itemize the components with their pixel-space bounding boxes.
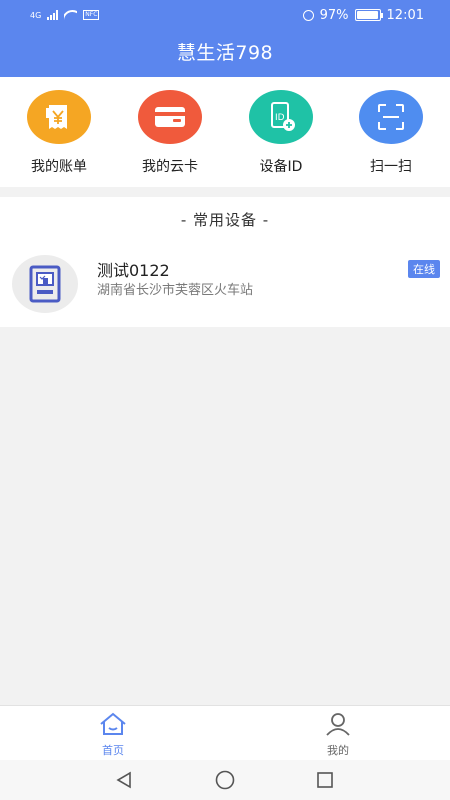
quick-action-label: 我的账单 [31,159,87,175]
alarm-icon [302,9,314,21]
bottom-tab-bar: 首页 我的 [0,705,450,760]
quick-action-label: 设备ID [259,159,303,175]
vending-machine-icon [29,265,61,303]
svg-text:ID: ID [275,113,285,123]
quick-action-device-id[interactable]: ID 设备ID [233,90,329,176]
tab-mine-label: 我的 [327,744,349,757]
nfc-icon: NFC [83,10,100,20]
status-bar: 4G NFC 97% 12:01 [0,0,450,30]
user-icon [326,713,350,736]
recents-icon[interactable] [314,770,336,790]
back-icon[interactable] [113,770,135,790]
status-left: 4G NFC [30,10,100,20]
section-title: - 常用设备 - [180,211,270,229]
scan-icon [359,90,423,144]
tab-mine[interactable]: 我的 [298,712,378,758]
quick-action-cloud-card[interactable]: 我的云卡 [122,90,218,176]
app-header: 4G NFC 97% 12:01 慧生活798 [0,0,450,77]
device-id-icon: ID [249,90,313,144]
status-time: 12:01 [386,7,424,23]
wifi-icon [64,10,78,20]
device-name: 测试0122 [97,261,170,280]
battery-icon [354,9,383,21]
signal-icon [47,10,59,20]
favorite-devices-section: - 常用设备 - 测试0122 湖南省长沙市芙蓉区火车站 在线 [0,197,450,327]
quick-action-bills[interactable]: 我的账单 [11,90,107,176]
quick-action-label: 扫一扫 [370,159,412,175]
network-type: 4G [30,10,42,20]
tab-home-label: 首页 [102,744,124,757]
battery-percent: 97% [319,7,349,23]
credit-card-icon [138,90,202,144]
page-title: 慧生活798 [176,42,274,64]
device-item[interactable]: 测试0122 湖南省长沙市芙蓉区火车站 在线 [0,255,450,317]
device-status-badge: 在线 [408,260,440,278]
quick-actions: 我的账单 我的云卡 ID 设备ID 扫一扫 [0,77,450,187]
home-circle-icon[interactable] [214,770,236,790]
quick-action-label: 我的云卡 [142,159,198,175]
status-right: 97% 12:01 [302,7,424,23]
quick-action-scan[interactable]: 扫一扫 [343,90,439,176]
device-avatar [12,255,78,313]
receipt-yen-icon [27,90,91,144]
system-nav-bar [0,760,450,800]
device-location: 湖南省长沙市芙蓉区火车站 [97,283,254,298]
home-icon [100,712,126,735]
tab-home[interactable]: 首页 [73,712,153,758]
